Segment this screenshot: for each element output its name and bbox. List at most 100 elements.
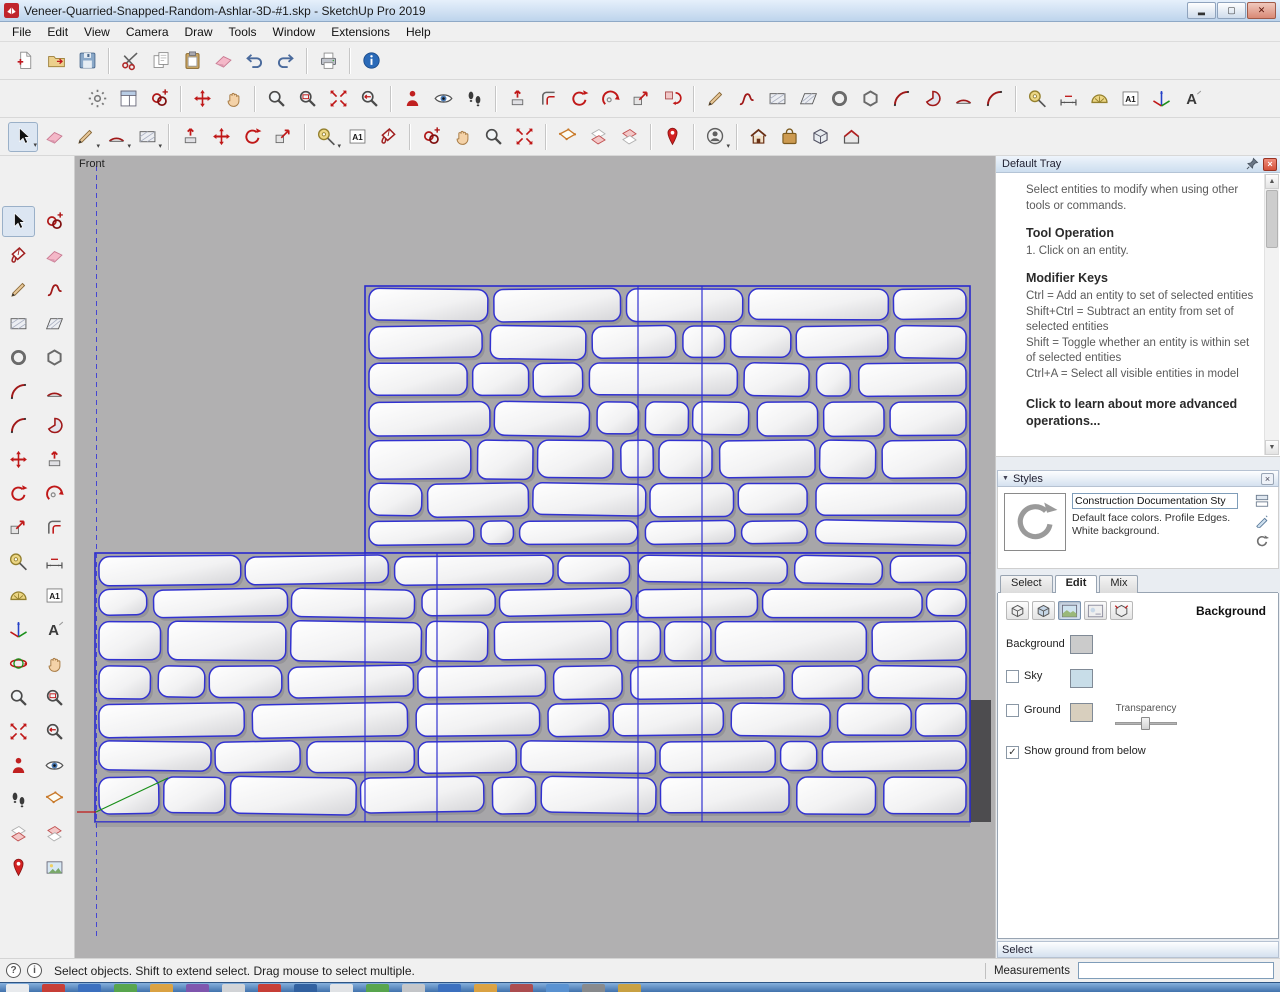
section-display-tool-button[interactable] (2, 818, 35, 849)
add-location-tool-button[interactable] (657, 122, 687, 152)
zoom-window-tool-button[interactable] (38, 682, 71, 713)
section-fill-tool-button[interactable] (614, 122, 644, 152)
axes-tool-button[interactable] (1146, 84, 1176, 114)
look-around-tool-button[interactable] (38, 750, 71, 781)
arc-tool-button[interactable] (886, 84, 916, 114)
protractor-tool-button[interactable] (1084, 84, 1114, 114)
add-location-tool-button[interactable] (2, 852, 35, 883)
show-ground-checkbox[interactable]: ✓ (1006, 746, 1019, 759)
maximize-button[interactable]: ▢ (1217, 2, 1246, 19)
offset-tool-button[interactable] (38, 512, 71, 543)
close-button[interactable]: ✕ (1247, 2, 1276, 19)
pin-icon[interactable] (1246, 157, 1260, 171)
measurements-input[interactable] (1078, 962, 1274, 979)
style-thumbnail[interactable] (1004, 493, 1066, 551)
zoom-tool-button[interactable] (261, 84, 291, 114)
sky-checkbox[interactable] (1006, 670, 1019, 683)
minimize-button[interactable]: ▂ (1187, 2, 1216, 19)
3d-text-tool-button[interactable]: A (38, 614, 71, 645)
taskbar-app-icon[interactable] (582, 984, 605, 992)
match-photo-tool-button[interactable] (38, 852, 71, 883)
style-name-input[interactable] (1072, 493, 1238, 509)
section-fill-tool-button[interactable] (38, 818, 71, 849)
taskbar-app-icon[interactable] (402, 984, 425, 992)
scale-tool-button[interactable] (268, 122, 298, 152)
scale-tool-button[interactable] (2, 512, 35, 543)
sky-color-swatch[interactable] (1070, 669, 1093, 688)
cut-tool-button[interactable] (115, 46, 145, 76)
instructor-scrollbar[interactable]: ▲ ▼ (1264, 174, 1279, 455)
copy-tool-button[interactable] (146, 46, 176, 76)
rotate-tool-button[interactable] (564, 84, 594, 114)
polygon-tool-button[interactable] (855, 84, 885, 114)
3d-text-tool-button[interactable]: A (1177, 84, 1207, 114)
eraser-tool-button[interactable] (39, 122, 69, 152)
2-point-arc-tool-button[interactable] (948, 84, 978, 114)
ground-checkbox[interactable] (1006, 704, 1019, 717)
look-around-tool-button[interactable] (428, 84, 458, 114)
taskbar-app-icon[interactable] (294, 984, 317, 992)
menu-edit[interactable]: Edit (39, 23, 76, 41)
select-section-header[interactable]: Select (997, 941, 1279, 958)
model-info-tool-button[interactable] (356, 46, 386, 76)
update-style-icon[interactable] (1255, 534, 1269, 548)
zoom-tool-button[interactable] (2, 682, 35, 713)
zoom-previous-tool-button[interactable] (38, 716, 71, 747)
pan-tool-button[interactable] (38, 648, 71, 679)
eraser-tool-button[interactable] (38, 240, 71, 271)
tray-toggle-tool-button[interactable] (113, 84, 143, 114)
menu-help[interactable]: Help (398, 23, 439, 41)
background-color-swatch[interactable] (1070, 635, 1093, 654)
follow-me-tool-button[interactable] (38, 478, 71, 509)
erase-tool-button[interactable] (208, 46, 238, 76)
menu-file[interactable]: File (4, 23, 39, 41)
style-tab-mix[interactable]: Mix (1099, 575, 1139, 593)
zoom-extents-tool-button[interactable] (509, 122, 539, 152)
tape-measure-tool-button[interactable] (2, 546, 35, 577)
pan-tool-button[interactable] (447, 122, 477, 152)
shop-tool-button[interactable] (836, 122, 866, 152)
dimension-tool-button[interactable] (38, 546, 71, 577)
taskbar-app-icon[interactable] (6, 984, 29, 992)
section-plane-tool-button[interactable] (552, 122, 582, 152)
follow-me-tool-button[interactable] (595, 84, 625, 114)
open-file-tool-button[interactable] (41, 46, 71, 76)
line-tool-button[interactable] (2, 274, 35, 305)
orbit-tool-button[interactable] (2, 648, 35, 679)
windows-taskbar[interactable] (0, 982, 1280, 992)
menu-tools[interactable]: Tools (221, 23, 265, 41)
offset-tool-button[interactable] (533, 84, 563, 114)
undo-tool-button[interactable] (239, 46, 269, 76)
menu-view[interactable]: View (76, 23, 118, 41)
redo-tool-button[interactable] (270, 46, 300, 76)
2-point-arc-tool-button[interactable] (38, 376, 71, 407)
taskbar-app-icon[interactable] (510, 984, 533, 992)
style-settings-tool-button[interactable] (82, 84, 112, 114)
move-tool-button[interactable] (206, 122, 236, 152)
polygon-tool-button[interactable] (38, 342, 71, 373)
show-secondary-pane-icon[interactable] (1255, 494, 1269, 508)
position-camera-tool-button[interactable] (397, 84, 427, 114)
section-display-tool-button[interactable] (583, 122, 613, 152)
3-point-arc-tool-button[interactable] (2, 410, 35, 441)
trimble-connect-tool-button[interactable] (805, 122, 835, 152)
walk-tool-button[interactable] (459, 84, 489, 114)
taskbar-app-icon[interactable] (186, 984, 209, 992)
arcs-tool-button[interactable]: ▾ (101, 122, 131, 152)
taskbar-app-icon[interactable] (258, 984, 281, 992)
circle-tool-button[interactable] (2, 342, 35, 373)
taskbar-app-icon[interactable] (150, 984, 173, 992)
select-tool-button[interactable] (2, 206, 35, 237)
menu-extensions[interactable]: Extensions (323, 23, 398, 41)
rotate-tool-button[interactable] (237, 122, 267, 152)
help-icon[interactable]: ? (6, 963, 21, 978)
line-tool-button[interactable]: ▾ (70, 122, 100, 152)
tray-close-button[interactable]: × (1263, 157, 1277, 171)
scroll-down-arrow[interactable]: ▼ (1265, 440, 1279, 455)
flip-tool-button[interactable] (657, 84, 687, 114)
styles-close-button[interactable]: × (1261, 472, 1274, 485)
menu-camera[interactable]: Camera (118, 23, 177, 41)
3-point-arc-tool-button[interactable] (979, 84, 1009, 114)
text-tool-button[interactable]: A1 (38, 580, 71, 611)
freehand-tool-button[interactable] (731, 84, 761, 114)
